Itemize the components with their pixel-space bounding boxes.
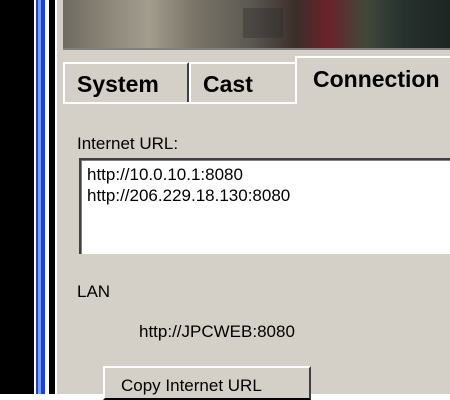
internet-url-item: http://10.0.10.1:8080	[87, 165, 243, 184]
tab-system[interactable]: System	[63, 62, 189, 102]
lan-url-text: http://JPCWEB:8080	[139, 322, 295, 341]
left-blue-bar	[36, 0, 45, 394]
lan-label: LAN	[77, 282, 111, 301]
copy-internet-url-button[interactable]: Copy Internet URL	[103, 366, 311, 400]
tab-connection[interactable]: Connection	[295, 56, 450, 104]
tab-panel-border	[63, 102, 295, 104]
internet-url-label: Internet URL:	[77, 134, 179, 153]
internet-url-list[interactable]: http://10.0.10.1:8080 http://206.229.18.…	[79, 158, 450, 254]
dialog-window: System Cast Connection Internet URL: htt…	[55, 0, 450, 400]
internet-url-item: http://206.229.18.130:8080	[87, 186, 291, 205]
left-black-bar	[0, 0, 34, 394]
tab-cast[interactable]: Cast	[189, 62, 297, 102]
camera-preview-image	[63, 0, 450, 50]
